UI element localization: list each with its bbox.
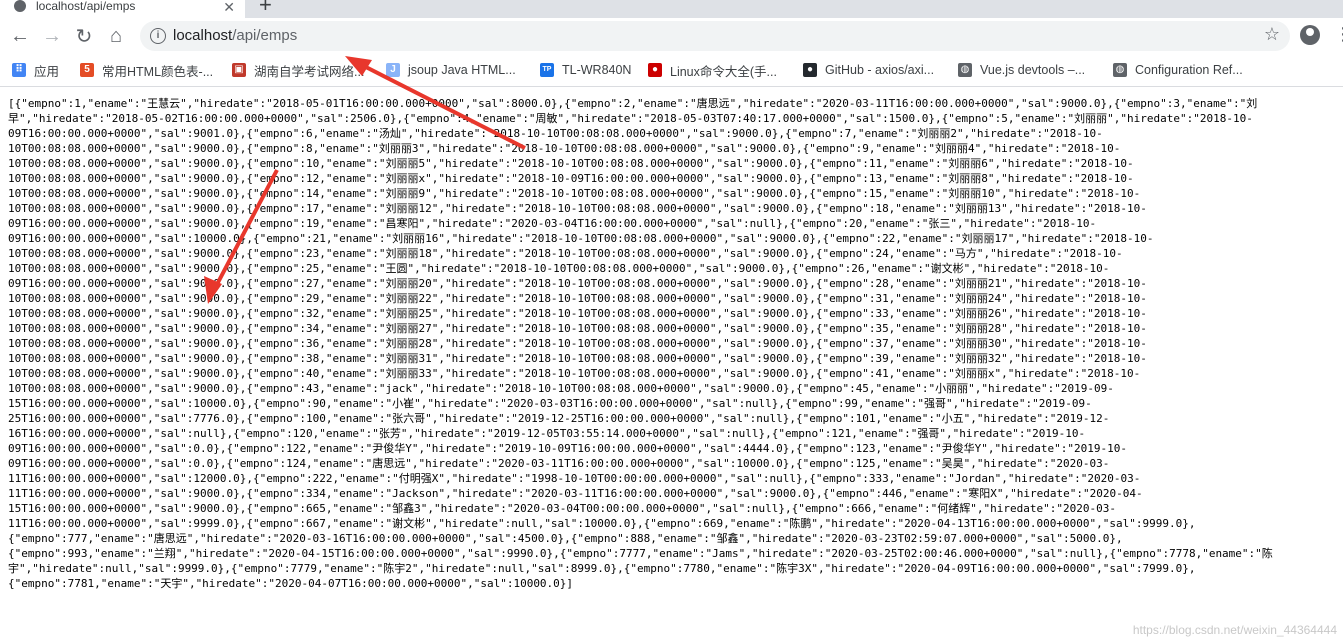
json-line: 10T00:08:08.000+0000","sal":9000.0},{"em… xyxy=(8,172,1134,185)
redhat-icon: ● xyxy=(648,63,662,77)
github-icon: ● xyxy=(803,63,817,77)
bookmark-label: Linux命令大全(手... xyxy=(670,64,777,79)
json-response: [{"empno":1,"ename":"王慧云","hiredate":"20… xyxy=(8,96,1343,591)
bookmark-label: GitHub - axios/axi... xyxy=(825,63,935,77)
json-line: 早","hiredate":"2018-05-02T16:00:00.000+0… xyxy=(8,112,1253,125)
json-line: 10T00:08:08.000+0000","sal":9000.0},{"em… xyxy=(8,307,1147,320)
url-text[interactable]: localhost/api/emps xyxy=(173,27,297,44)
tab-title: localhost/api/emps xyxy=(36,0,136,13)
back-button[interactable]: ← xyxy=(8,24,32,48)
tplink-icon: TP xyxy=(540,63,554,77)
bookmark-item[interactable]: ◍ Vue.js devtools –... xyxy=(958,54,1085,86)
json-line: 10T00:08:08.000+0000","sal":9000.0},{"em… xyxy=(8,187,1141,200)
json-line: 09T16:00:00.000+0000","sal":10000.0},{"e… xyxy=(8,232,1154,245)
bookmark-label: 应用 xyxy=(34,64,60,79)
json-line: 09T16:00:00.000+0000","sal":9000.0},{"em… xyxy=(8,277,1147,290)
bookmark-label: Vue.js devtools –... xyxy=(980,63,1086,77)
bookmark-item[interactable]: ● Linux命令大全(手... xyxy=(648,54,777,86)
json-line: 10T00:08:08.000+0000","sal":9000.0},{"em… xyxy=(8,262,1110,275)
json-line: 15T16:00:00.000+0000","sal":10000.0},{"e… xyxy=(8,397,1092,410)
json-line: 09T16:00:00.000+0000","sal":0.0},{"empno… xyxy=(8,442,1127,455)
json-line: 10T00:08:08.000+0000","sal":9000.0},{"em… xyxy=(8,337,1147,350)
url-host: localhost xyxy=(173,27,233,44)
json-line: 11T16:00:00.000+0000","sal":9000.0},{"em… xyxy=(8,487,1143,500)
json-line: 09T16:00:00.000+0000","sal":9000.0},{"em… xyxy=(8,217,1097,230)
json-line: 11T16:00:00.000+0000","sal":12000.0},{"e… xyxy=(8,472,1141,485)
json-line: 10T00:08:08.000+0000","sal":9000.0},{"em… xyxy=(8,142,1121,155)
json-line: 15T16:00:00.000+0000","sal":9000.0},{"em… xyxy=(8,502,1116,515)
bookmark-item[interactable]: ● GitHub - axios/axi... xyxy=(803,54,934,86)
bookmark-item[interactable]: ⠿ 应用 xyxy=(12,54,59,86)
url-path: /api/emps xyxy=(232,27,298,44)
apps-icon: ⠿ xyxy=(12,63,26,77)
bookmarks-bar: ⠿ 应用 5 常用HTML颜色表-... ▣ 湖南自学考试网络... Jjsoup Java… xyxy=(0,54,1343,87)
browser-tab[interactable]: localhost/api/emps ✕ xyxy=(0,0,245,18)
globe-icon: ◍ xyxy=(1113,63,1127,77)
bookmark-item[interactable]: TP TL-WR840N xyxy=(540,54,631,86)
profile-avatar-icon[interactable] xyxy=(1300,25,1320,45)
json-line: 09T16:00:00.000+0000","sal":9001.0},{"em… xyxy=(8,127,1103,140)
bookmark-item[interactable]: Jjsoup Java HTML... xyxy=(386,54,516,86)
close-icon[interactable]: ✕ xyxy=(223,0,235,16)
bookmark-item[interactable]: ◍ Configuration Ref... xyxy=(1113,54,1243,86)
json-line: 10T00:08:08.000+0000","sal":9000.0},{"em… xyxy=(8,157,1134,170)
home-button[interactable]: ⌂ xyxy=(104,24,128,48)
bookmark-label: 常用HTML颜色表-... xyxy=(102,64,214,79)
json-line: 11T16:00:00.000+0000","sal":9999.0},{"em… xyxy=(8,517,1196,530)
json-line: 10T00:08:08.000+0000","sal":9000.0},{"em… xyxy=(8,382,1114,395)
j-icon: J xyxy=(386,63,400,77)
json-line: 10T00:08:08.000+0000","sal":9000.0},{"em… xyxy=(8,247,1123,260)
tab-strip: localhost/api/emps ✕ + xyxy=(0,0,1343,18)
html5-icon: 5 xyxy=(80,63,94,77)
json-line: 宇","hiredate":null,"sal":9999.0},{"empno… xyxy=(8,562,1196,575)
json-line: {"empno":777,"ename":"唐思远","hiredate":"2… xyxy=(8,532,1123,545)
forward-button[interactable]: → xyxy=(40,24,64,48)
json-line: [{"empno":1,"ename":"王慧云","hiredate":"20… xyxy=(8,97,1258,110)
menu-icon[interactable]: ⋮ xyxy=(1334,24,1343,45)
json-line: 10T00:08:08.000+0000","sal":9000.0},{"em… xyxy=(8,322,1147,335)
json-line: {"empno":7781,"ename":"天宇","hiredate":"2… xyxy=(8,577,574,590)
bookmark-label: TL-WR840N xyxy=(562,63,632,77)
json-line: 10T00:08:08.000+0000","sal":9000.0},{"em… xyxy=(8,292,1147,305)
json-line: {"empno":993,"ename":"兰翔","hiredate":"20… xyxy=(8,547,1273,560)
reload-button[interactable]: ↻ xyxy=(72,24,96,48)
json-line: 10T00:08:08.000+0000","sal":9000.0},{"em… xyxy=(8,202,1147,215)
json-line: 25T16:00:00.000+0000","sal":7776.0},{"em… xyxy=(8,412,1110,425)
bookmark-item[interactable]: 5 常用HTML颜色表-... xyxy=(80,54,213,86)
bookmark-label: jsoup Java HTML... xyxy=(408,63,516,77)
bookmark-star-icon[interactable]: ☆ xyxy=(1264,24,1280,45)
json-line: 10T00:08:08.000+0000","sal":9000.0},{"em… xyxy=(8,352,1147,365)
json-line: 10T00:08:08.000+0000","sal":9000.0},{"em… xyxy=(8,367,1141,380)
page-icon: ▣ xyxy=(232,63,246,77)
address-bar[interactable]: i localhost/api/emps ☆ xyxy=(140,21,1290,51)
browser-toolbar: ← → ↻ ⌂ i localhost/api/emps ☆ ⋮ xyxy=(0,18,1343,54)
bookmark-label: Configuration Ref... xyxy=(1135,63,1243,77)
bookmark-label: 湖南自学考试网络... xyxy=(254,64,365,79)
bookmark-item[interactable]: ▣ 湖南自学考试网络... xyxy=(232,54,364,86)
watermark: https://blog.csdn.net/weixin_44364444 xyxy=(1132,623,1337,637)
info-icon[interactable]: i xyxy=(150,28,166,44)
json-line: 16T16:00:00.000+0000","sal":null},{"empn… xyxy=(8,427,1086,440)
globe-icon xyxy=(14,0,26,12)
globe-icon: ◍ xyxy=(958,63,972,77)
new-tab-button[interactable]: + xyxy=(259,0,272,18)
json-line: 09T16:00:00.000+0000","sal":0.0},{"empno… xyxy=(8,457,1110,470)
